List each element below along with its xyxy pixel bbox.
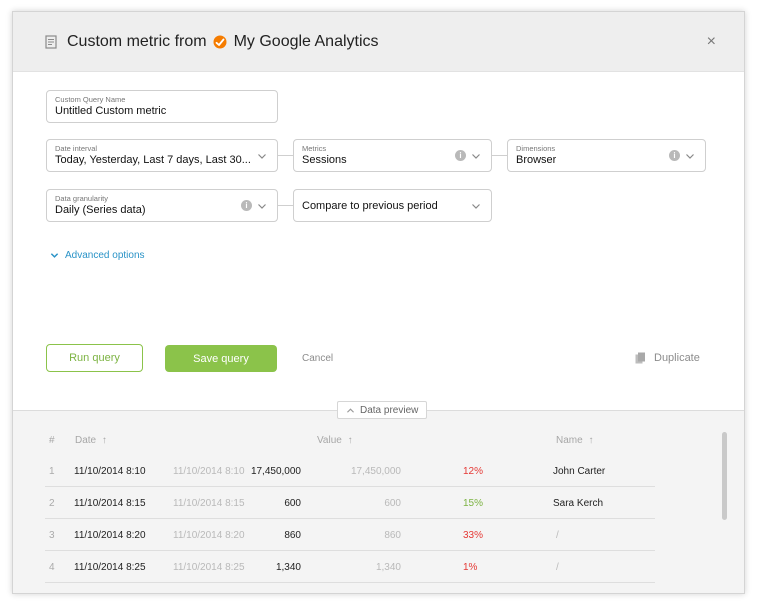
row-change-percent: 1%	[463, 562, 478, 573]
row-change-percent: 33%	[463, 530, 484, 541]
row-date: 11/10/2014 8:25	[74, 562, 146, 573]
google-analytics-logo-icon	[213, 35, 227, 49]
data-granularity-select[interactable]: Data granularity Daily (Series data) i	[46, 189, 278, 222]
row-value: 600	[284, 498, 301, 509]
row-name: John Carter	[553, 466, 606, 477]
sort-arrow-icon: ↑	[101, 435, 107, 446]
field-connector	[492, 155, 507, 156]
chevron-down-icon	[50, 253, 59, 258]
row-name: /	[556, 562, 559, 573]
field-connector	[278, 155, 293, 156]
row-number: 2	[49, 498, 55, 509]
dialog-title: Custom metric from My Google Analytics	[67, 33, 379, 51]
data-granularity-label: Data granularity	[55, 194, 108, 203]
column-header-date-label: Date	[75, 435, 97, 446]
row-previous-date: 11/10/2014 8:15	[173, 498, 245, 509]
column-header-name[interactable]: Name ↑	[556, 435, 593, 446]
date-interval-value: Today, Yesterday, Last 7 days, Last 30..…	[55, 154, 251, 166]
row-number: 1	[49, 466, 55, 477]
dialog-header: Custom metric from My Google Analytics ×	[13, 12, 744, 72]
row-date: 11/10/2014 8:20	[74, 530, 146, 541]
row-previous-value: 1,340	[375, 562, 401, 573]
row-date: 11/10/2014 8:10	[74, 466, 146, 477]
chevron-up-icon	[347, 407, 354, 413]
row-name: Sara Kerch	[553, 498, 604, 509]
dimensions-select[interactable]: Dimensions Browser i	[507, 139, 706, 172]
row-change-percent: 12%	[463, 466, 484, 477]
advanced-options-toggle[interactable]: Advanced options	[50, 250, 145, 261]
info-icon[interactable]: i	[241, 200, 252, 211]
table-row: 4 11/10/2014 8:25 11/10/2014 8:25 1,340 …	[45, 551, 655, 583]
column-header-num: #	[49, 435, 55, 446]
advanced-options-label: Advanced options	[65, 250, 145, 261]
query-name-value: Untitled Custom metric	[55, 105, 167, 117]
save-query-button[interactable]: Save query	[165, 345, 277, 372]
sort-arrow-icon: ↑	[347, 435, 353, 446]
column-header-value-label: Value	[317, 435, 342, 446]
row-number: 4	[49, 562, 55, 573]
row-previous-date: 11/10/2014 8:10	[173, 466, 245, 477]
date-interval-select[interactable]: Date interval Today, Yesterday, Last 7 d…	[46, 139, 278, 172]
chevron-down-icon	[472, 204, 480, 209]
field-connector	[278, 205, 293, 206]
document-icon	[45, 35, 57, 49]
close-icon[interactable]: ×	[707, 34, 716, 50]
chevron-down-icon	[686, 154, 694, 159]
table-row: 1 11/10/2014 8:10 11/10/2014 8:10 17,450…	[45, 455, 655, 487]
column-header-value[interactable]: Value ↑	[317, 435, 353, 446]
chevron-down-icon	[258, 204, 266, 209]
data-preview-tab[interactable]: Data preview	[337, 401, 428, 419]
date-interval-label: Date interval	[55, 144, 98, 153]
duplicate-icon	[635, 352, 645, 364]
row-date: 11/10/2014 8:15	[74, 498, 146, 509]
info-icon[interactable]: i	[455, 150, 466, 161]
source-name: My Google Analytics	[233, 33, 379, 50]
metrics-value: Sessions	[302, 154, 347, 166]
query-name-field[interactable]: Custom Query Name Untitled Custom metric	[46, 90, 278, 123]
row-name: /	[556, 530, 559, 541]
row-number: 3	[49, 530, 55, 541]
duplicate-button[interactable]: Duplicate	[635, 352, 700, 364]
info-icon[interactable]: i	[669, 150, 680, 161]
query-name-label: Custom Query Name	[55, 95, 126, 104]
chevron-down-icon	[472, 154, 480, 159]
custom-metric-dialog: Custom metric from My Google Analytics ×…	[12, 11, 745, 594]
chevron-down-icon	[258, 154, 266, 159]
row-previous-date: 11/10/2014 8:20	[173, 530, 245, 541]
preview-scrollbar[interactable]	[722, 432, 727, 520]
compare-value: Compare to previous period	[302, 200, 438, 212]
data-granularity-value: Daily (Series data)	[55, 204, 146, 216]
row-change-percent: 15%	[463, 498, 484, 509]
title-prefix: Custom metric from	[67, 33, 207, 50]
run-query-button[interactable]: Run query	[46, 344, 143, 372]
table-row: 3 11/10/2014 8:20 11/10/2014 8:20 860 86…	[45, 519, 655, 551]
row-value: 1,340	[275, 562, 301, 573]
row-previous-value: 600	[384, 498, 401, 509]
metrics-label: Metrics	[302, 144, 327, 153]
row-previous-date: 11/10/2014 8:25	[173, 562, 245, 573]
dimensions-value: Browser	[516, 154, 557, 166]
row-previous-value: 17,450,000	[350, 466, 401, 477]
column-header-name-label: Name	[556, 435, 583, 446]
metrics-select[interactable]: Metrics Sessions i	[293, 139, 492, 172]
cancel-button[interactable]: Cancel	[302, 353, 333, 364]
duplicate-label: Duplicate	[654, 352, 700, 364]
sort-arrow-icon: ↑	[588, 435, 594, 446]
row-previous-value: 860	[384, 530, 401, 541]
table-row: 2 11/10/2014 8:15 11/10/2014 8:15 600 60…	[45, 487, 655, 519]
compare-select[interactable]: Compare to previous period	[293, 189, 492, 222]
data-preview-label: Data preview	[360, 404, 419, 416]
dimensions-label: Dimensions	[516, 144, 556, 153]
row-value: 17,450,000	[250, 466, 301, 477]
row-value: 860	[284, 530, 301, 541]
column-header-date[interactable]: Date ↑	[75, 435, 107, 446]
